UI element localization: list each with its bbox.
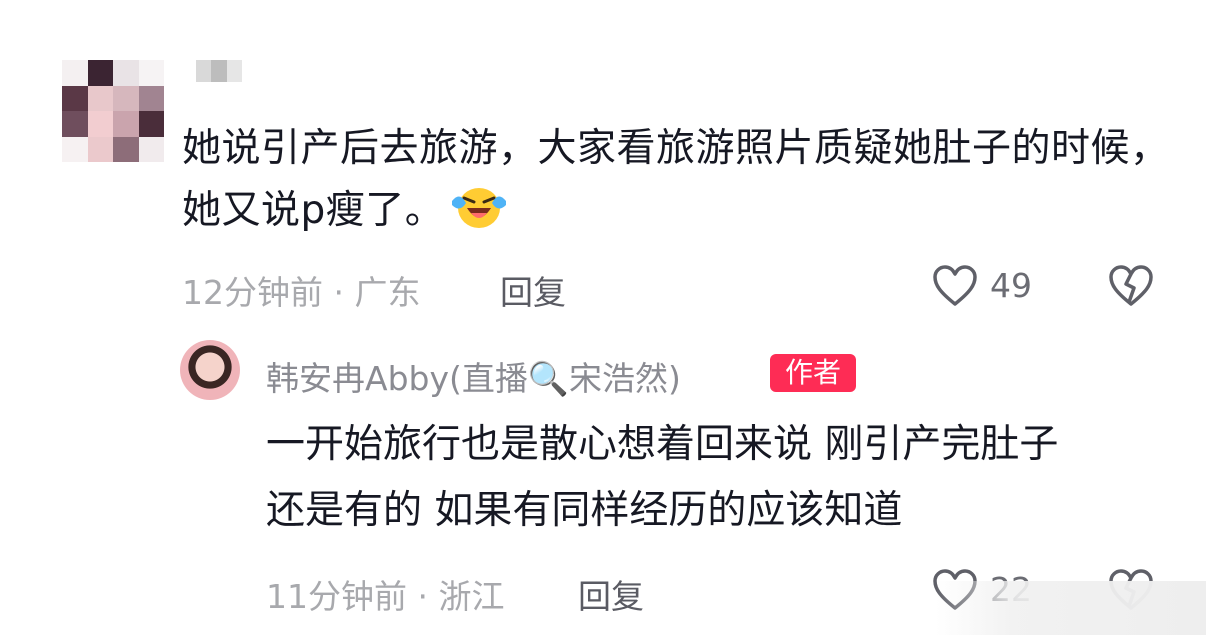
broken-heart-icon[interactable]	[1108, 264, 1154, 308]
laughing-crying-emoji-icon	[450, 183, 508, 231]
reply-avatar[interactable]	[180, 340, 240, 400]
username-blurred[interactable]	[196, 60, 242, 82]
reply-text-line: 还是有的 如果有同样经历的应该知道	[266, 488, 903, 533]
reply-author-name[interactable]: 韩安冉Abby(直播🔍宋浩然)	[266, 352, 681, 400]
reply-text-line: 一开始旅行也是散心想着回来说 刚引产完肚子	[266, 422, 1059, 467]
comment-meta: 12分钟前 · 广东	[182, 266, 420, 314]
meta-separator: ·	[323, 273, 355, 312]
reply-text: 一开始旅行也是散心想着回来说 刚引产完肚子 还是有的 如果有同样经历的应该知道	[266, 412, 1186, 544]
heart-outline-icon[interactable]	[932, 264, 978, 308]
comment-text: 她说引产后去旅游，大家看旅游照片质疑她肚子的时候，她又说p瘦了。	[182, 118, 1182, 242]
reply-reply-button[interactable]: 回复	[578, 570, 644, 618]
reply-time: 11分钟前	[266, 577, 407, 616]
author-badge: 作者	[770, 354, 856, 392]
reply-button[interactable]: 回复	[500, 266, 566, 314]
meta-separator: ·	[407, 577, 439, 616]
comment-location: 广东	[354, 273, 421, 312]
watermark-overlay	[936, 581, 1206, 635]
comment-time: 12分钟前	[182, 273, 323, 312]
reply-location: 浙江	[438, 577, 505, 616]
comment-body: 她说引产后去旅游，大家看旅游照片质疑她肚子的时候，她又说p瘦了。	[182, 126, 1170, 233]
avatar-blurred[interactable]	[62, 60, 164, 162]
like-count: 49	[990, 266, 1032, 305]
reply-meta: 11分钟前 · 浙江	[266, 570, 504, 618]
